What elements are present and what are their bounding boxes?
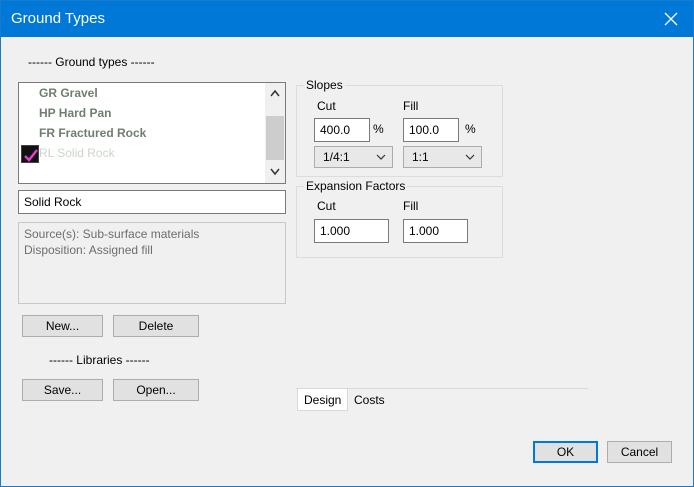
- close-icon: [664, 12, 678, 26]
- ground-type-info: Source(s): Sub-surface materials Disposi…: [18, 222, 286, 304]
- chevron-down-icon: [376, 154, 386, 160]
- slopes-fill-ratio-select[interactable]: 1:1: [403, 146, 482, 168]
- expansion-fill-label: Fill: [403, 199, 419, 213]
- slopes-fill-ratio-value: 1:1: [412, 150, 429, 164]
- chevron-up-icon: [270, 89, 280, 97]
- slopes-cut-label: Cut: [317, 99, 336, 113]
- close-button[interactable]: [649, 1, 693, 37]
- slopes-fill-label: Fill: [403, 99, 419, 113]
- list-item[interactable]: FR Fractured Rock: [39, 123, 146, 143]
- save-button[interactable]: Save...: [22, 379, 103, 401]
- chevron-down-icon: [465, 154, 475, 160]
- tab-costs[interactable]: Costs: [348, 389, 391, 411]
- list-scrollbar[interactable]: [265, 83, 285, 183]
- item-checkbox[interactable]: [21, 145, 39, 163]
- checkmark-icon: [24, 149, 38, 162]
- ok-button[interactable]: OK: [533, 441, 598, 463]
- ground-types-header: ------ Ground types ------: [28, 55, 155, 69]
- libraries-header: ------ Libraries ------: [49, 353, 150, 367]
- slopes-cut-ratio-value: 1/4:1: [323, 150, 350, 164]
- cancel-button[interactable]: Cancel: [607, 441, 672, 463]
- list-item-selected[interactable]: RL Solid Rock: [39, 143, 115, 163]
- scroll-up-arrow[interactable]: [265, 85, 285, 102]
- new-button[interactable]: New...: [22, 315, 103, 337]
- slopes-fill-percent: %: [465, 122, 476, 136]
- expansion-cut-label: Cut: [317, 199, 336, 213]
- chevron-down-icon: [270, 168, 280, 176]
- source-text: Source(s): Sub-surface materials: [24, 227, 200, 241]
- slopes-cut-ratio-select[interactable]: 1/4:1: [314, 146, 393, 168]
- disposition-text: Disposition: Assigned fill: [24, 243, 153, 257]
- list-item[interactable]: HP Hard Pan: [39, 103, 111, 123]
- tab-design[interactable]: Design: [297, 389, 349, 411]
- slopes-cut-percent: %: [373, 122, 384, 136]
- slopes-group-label: Slopes: [304, 78, 345, 92]
- scroll-down-arrow[interactable]: [265, 163, 285, 180]
- expansion-fill-input[interactable]: 1.000: [403, 219, 468, 243]
- ground-types-list[interactable]: GR Gravel HP Hard Pan FR Fractured Rock …: [18, 82, 286, 184]
- slopes-fill-input[interactable]: 100.0: [403, 118, 459, 142]
- ground-type-name-input[interactable]: Solid Rock: [18, 190, 286, 214]
- list-item[interactable]: GR Gravel: [39, 83, 98, 103]
- open-button[interactable]: Open...: [113, 379, 199, 401]
- title-bar[interactable]: Ground Types: [1, 1, 693, 37]
- expansion-cut-input[interactable]: 1.000: [314, 219, 389, 243]
- expansion-group-label: Expansion Factors: [304, 179, 408, 193]
- delete-button[interactable]: Delete: [113, 315, 199, 337]
- ground-types-dialog: Ground Types ------ Ground types ------ …: [0, 0, 694, 487]
- window-title: Ground Types: [11, 10, 105, 27]
- slopes-cut-input[interactable]: 400.0: [314, 118, 370, 142]
- scroll-thumb[interactable]: [266, 116, 284, 160]
